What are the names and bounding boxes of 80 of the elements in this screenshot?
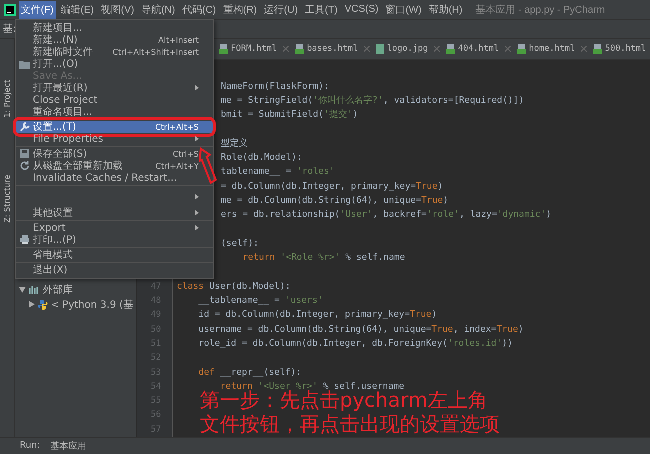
editor-tab[interactable]: home.html — [517, 44, 588, 54]
library-icon — [29, 285, 40, 294]
editor-tab[interactable]: 404.html — [446, 44, 512, 54]
menu-bar-item[interactable]: 窗口(W) — [384, 0, 424, 18]
code-line: NameForm(FlaskForm): — [221, 82, 330, 92]
menu-item[interactable]: 打开最近(R) — [16, 82, 213, 94]
menu-item[interactable]: 新建项目... — [16, 22, 213, 34]
code-line: return '<Role %r>' % self.name — [242, 253, 406, 264]
editor-tab[interactable]: logo.jpg — [376, 44, 440, 54]
code-line: me = StringField('你叫什么名字?', validators=[Required()]) — [221, 96, 524, 106]
menu-bar-item[interactable]: 运行(U) — [262, 0, 300, 18]
code-line: class User(db.Model): — [177, 282, 291, 292]
code-line: bmit = SubmitField('提交') — [221, 110, 358, 120]
menu-item[interactable]: 重命名项目... — [16, 106, 213, 118]
refresh-icon — [20, 161, 30, 171]
menu-item[interactable]: 打印...(P) — [16, 234, 213, 246]
code-line: __tablename__ = 'users' — [198, 296, 324, 306]
annotation-text: 文件按钮，再点击出现的设置选项 — [200, 414, 500, 434]
python-icon — [38, 300, 48, 310]
menu-bar-item[interactable]: 编辑(E) — [58, 0, 96, 18]
editor-tab[interactable]: 500.html — [593, 44, 650, 54]
code-line: role_id = db.Column(db.Integer, db.ForeignKey('roles.id')) — [198, 338, 513, 349]
editor-tab[interactable]: bases.html — [295, 44, 370, 54]
html-file-icon — [295, 44, 304, 54]
html-file-icon — [446, 44, 456, 54]
menu-bar-item[interactable]: 视图(V) — [99, 0, 136, 18]
menu-item[interactable]: 省电模式 — [16, 249, 213, 261]
code-line: return '<User %r>' % self.username — [220, 382, 405, 392]
close-icon[interactable] — [283, 46, 290, 52]
code-line: Role(db.Model): — [221, 153, 302, 164]
menu-item[interactable]: 其他设置 — [16, 207, 213, 219]
menu-bar-item[interactable]: VCS(S) — [342, 2, 381, 17]
app-logo-icon[interactable] — [4, 4, 16, 16]
menu-item[interactable]: 退出(X) — [16, 264, 213, 276]
close-icon[interactable] — [581, 46, 588, 52]
close-icon[interactable] — [505, 46, 512, 52]
collapsed-caret-icon[interactable] — [29, 301, 35, 308]
menu-bar-item[interactable]: 帮助(H) — [426, 0, 465, 18]
code-line: me = db.Column(db.String(64), unique=True) — [221, 196, 449, 206]
run-config-tab[interactable]: 基本应用 — [50, 440, 86, 452]
wrench-icon — [20, 122, 30, 132]
printer-icon — [20, 235, 30, 245]
expanded-caret-icon[interactable] — [19, 286, 26, 292]
menu-item[interactable]: Invalidate Caches / Restart... — [16, 172, 213, 184]
menu-item[interactable]: Close Project — [16, 94, 213, 106]
code-line: def __repr__(self): — [198, 368, 302, 378]
menu-item[interactable]: Export — [16, 222, 213, 234]
image-file-icon — [376, 44, 384, 54]
code-line: tablename__ = 'roles' — [221, 167, 335, 178]
code-line: (self): — [221, 238, 259, 249]
menu-bar-item[interactable]: 代码(C) — [180, 0, 218, 18]
menu-item[interactable]: 保存全部(S) Ctrl+S — [16, 148, 213, 160]
breadcrumb[interactable]: 基: — [3, 22, 16, 36]
pointer-arrow — [199, 147, 218, 185]
menu-bar-item[interactable]: 导航(N) — [139, 0, 178, 18]
menu-bar-item[interactable]: 重构(R) — [221, 0, 260, 18]
menu-item[interactable]: 从磁盘全部重新加载 Ctrl+Alt+Y — [16, 160, 213, 172]
menu-bar-item[interactable]: 文件(F) — [19, 0, 56, 18]
folder-icon — [19, 60, 30, 68]
close-icon[interactable] — [364, 46, 370, 52]
menu-bar-item[interactable]: 工具(T) — [303, 0, 340, 18]
window-title: 基本应用 - app.py - PyCharm — [476, 4, 606, 16]
code-line: = db.Column(db.Integer, primary_key=True) — [221, 182, 444, 192]
annotation-text: 第一步：先点击pycharm左上角 — [200, 390, 488, 410]
tree-item[interactable]: 外部库 — [43, 282, 73, 296]
editor-tab[interactable]: FORM.html — [219, 44, 290, 54]
html-file-icon — [517, 44, 526, 54]
code-line: id = db.Column(db.Integer, primary_key=True) — [198, 310, 438, 320]
html-file-icon — [593, 44, 602, 54]
menu-item[interactable]: File Properties — [16, 133, 213, 145]
menu-item[interactable]: 新建临时文件 Ctrl+Alt+Shift+Insert — [16, 46, 213, 58]
run-label: Run: — [20, 441, 40, 451]
tree-item[interactable]: < Python 3.9 (基 — [51, 298, 134, 312]
close-icon[interactable] — [434, 46, 440, 52]
menu-item[interactable]: 打开...(O) — [16, 58, 213, 70]
code-line: username = db.Column(db.String(64), unique=True, index=True) — [198, 324, 524, 335]
code-line: 型定义 — [221, 138, 248, 149]
code-line: ers = db.relationship('User', backref='role', lazy='dynamic') — [221, 210, 552, 220]
menu-item[interactable]: 新建...(N) Alt+Insert — [16, 34, 213, 46]
html-file-icon — [219, 44, 228, 54]
